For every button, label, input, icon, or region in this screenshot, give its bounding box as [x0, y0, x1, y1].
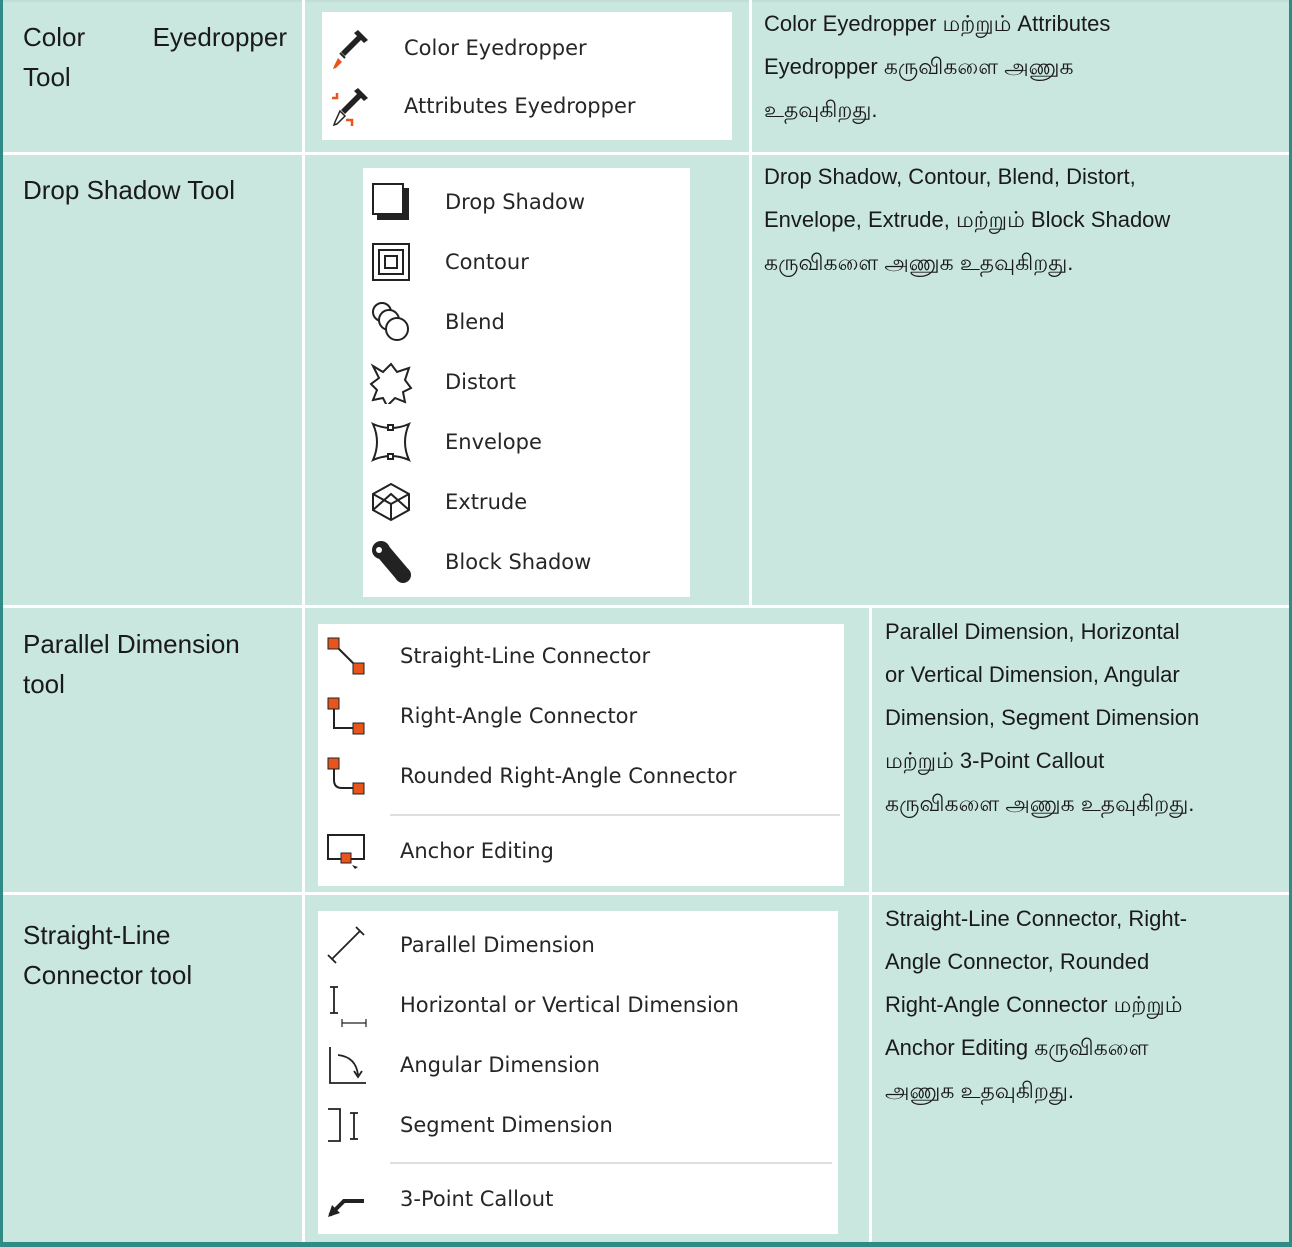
flyout-item-horizontal-vertical-dimension[interactable]: Horizontal or Vertical Dimension [320, 979, 739, 1031]
flyout-item-label: Contour [445, 250, 529, 274]
flyout-item-distort[interactable]: Distort [365, 356, 516, 408]
flyout-item-attributes-eyedropper[interactable]: Attributes Eyedropper [324, 80, 636, 132]
tool-name-cell: Straight-Line Connector tool [23, 915, 293, 995]
tool-name-line: tool [23, 669, 65, 699]
flyout-separator [390, 1162, 832, 1164]
attributes-eyedropper-icon [324, 80, 376, 132]
flyout-item-label: Blend [445, 310, 505, 334]
rounded-right-angle-connector-icon [320, 750, 372, 802]
tool-flyout-panel: Parallel Dimension Horizontal or Vertica… [318, 911, 838, 1234]
description-line: உதவுகிறது. [764, 97, 878, 122]
flyout-item-label: Extrude [445, 490, 528, 514]
flyout-item-label: 3-Point Callout [400, 1187, 554, 1211]
flyout-separator [390, 814, 840, 816]
description-line: or Vertical Dimension, Angular [885, 662, 1180, 687]
flyout-item-label: Segment Dimension [400, 1113, 613, 1137]
contour-icon [365, 236, 417, 288]
column-divider [749, 0, 752, 607]
flyout-item-parallel-dimension[interactable]: Parallel Dimension [320, 919, 595, 971]
flyout-item-label: Horizontal or Vertical Dimension [400, 993, 739, 1017]
flyout-item-extrude[interactable]: Extrude [365, 476, 527, 528]
angular-dimension-icon [320, 1039, 372, 1091]
tool-name-cell: Color Eyedropper Tool [23, 17, 287, 97]
flyout-item-blend[interactable]: Blend [365, 296, 505, 348]
block-shadow-icon [365, 536, 417, 588]
flyout-item-color-eyedropper[interactable]: Color Eyedropper [324, 22, 587, 74]
envelope-icon [365, 416, 417, 468]
parallel-dimension-icon [320, 919, 372, 971]
horizontal-vertical-dimension-icon [320, 979, 372, 1031]
description-line: கருவிகளை அணுக உதவுகிறது. [885, 791, 1195, 816]
column-divider [869, 605, 872, 1242]
description-line: அணுக உதவுகிறது. [885, 1078, 1075, 1103]
flyout-item-label: Angular Dimension [400, 1053, 600, 1077]
tool-description-cell: Drop Shadow, Contour, Blend, Distort, En… [764, 155, 1284, 284]
anchor-editing-icon [320, 825, 372, 877]
tool-flyout-panel: Drop Shadow Contour Blend Distort Envelo… [363, 168, 690, 597]
description-line: Dimension, Segment Dimension [885, 705, 1200, 730]
flyout-item-label: Parallel Dimension [400, 933, 595, 957]
flyout-item-3-point-callout[interactable]: 3-Point Callout [320, 1173, 553, 1225]
flyout-item-label: Drop Shadow [445, 190, 586, 214]
flyout-item-label: Attributes Eyedropper [404, 94, 636, 118]
flyout-item-envelope[interactable]: Envelope [365, 416, 542, 468]
description-line: Envelope, Extrude, மற்றும் Block Shadow [764, 207, 1171, 232]
tool-description-cell: Parallel Dimension, Horizontal or Vertic… [885, 610, 1287, 825]
table-bottom-border [0, 1242, 1292, 1247]
extrude-icon [365, 476, 417, 528]
description-line: Straight-Line Connector, Right- [885, 906, 1188, 931]
flyout-item-rounded-right-angle-connector[interactable]: Rounded Right-Angle Connector [320, 750, 737, 802]
tool-flyout-panel: Straight-Line Connector Right-Angle Conn… [318, 624, 844, 886]
description-line: Angle Connector, Rounded [885, 949, 1150, 974]
tool-name-line: Color Eyedropper [23, 22, 287, 52]
straight-line-connector-icon [320, 630, 372, 682]
tool-name: Drop Shadow Tool [23, 175, 235, 205]
description-line: Eyedropper கருவிகளை அணுக [764, 54, 1074, 79]
tool-flyout-panel: Color Eyedropper Attributes Eyedropper [322, 12, 732, 140]
segment-dimension-icon [320, 1099, 372, 1151]
row-divider [3, 892, 1289, 895]
row-divider [3, 605, 1289, 608]
flyout-item-contour[interactable]: Contour [365, 236, 529, 288]
blend-icon [365, 296, 417, 348]
description-line: Parallel Dimension, Horizontal [885, 619, 1180, 644]
tool-name-line: Connector tool [23, 960, 193, 990]
tool-name-line: Tool [23, 62, 71, 92]
callout-icon [320, 1173, 372, 1225]
tool-table: Color Eyedropper Tool Color Eyedropper A… [0, 0, 1292, 1247]
drop-shadow-icon [365, 176, 417, 228]
tool-name-line: Parallel Dimension [23, 629, 240, 659]
flyout-item-segment-dimension[interactable]: Segment Dimension [320, 1099, 613, 1151]
distort-icon [365, 356, 417, 408]
description-line: Right-Angle Connector மற்றும் [885, 992, 1183, 1017]
description-line: Color Eyedropper மற்றும் Attributes [764, 11, 1111, 36]
flyout-item-label: Right-Angle Connector [400, 704, 638, 728]
description-line: கருவிகளை அணுக உதவுகிறது. [764, 250, 1074, 275]
column-divider [302, 0, 305, 1242]
flyout-item-angular-dimension[interactable]: Angular Dimension [320, 1039, 600, 1091]
tool-description-cell: Straight-Line Connector, Right- Angle Co… [885, 897, 1287, 1112]
flyout-item-right-angle-connector[interactable]: Right-Angle Connector [320, 690, 637, 742]
tool-description-cell: Color Eyedropper மற்றும் Attributes Eyed… [764, 2, 1284, 131]
description-line: Drop Shadow, Contour, Blend, Distort, [764, 164, 1136, 189]
flyout-item-label: Anchor Editing [400, 839, 554, 863]
flyout-item-label: Block Shadow [445, 550, 592, 574]
description-line: மற்றும் 3-Point Callout [885, 748, 1105, 773]
flyout-item-drop-shadow[interactable]: Drop Shadow [365, 176, 585, 228]
description-line: Anchor Editing கருவிகளை [885, 1035, 1149, 1060]
flyout-item-anchor-editing[interactable]: Anchor Editing [320, 825, 554, 877]
flyout-item-label: Color Eyedropper [404, 36, 587, 60]
flyout-item-straight-line-connector[interactable]: Straight-Line Connector [320, 630, 650, 682]
table-left-border [0, 0, 3, 1247]
tool-name-cell: Drop Shadow Tool [23, 170, 293, 210]
flyout-item-label: Straight-Line Connector [400, 644, 651, 668]
flyout-item-label: Envelope [445, 430, 542, 454]
flyout-item-label: Distort [445, 370, 516, 394]
tool-name-cell: Parallel Dimension tool [23, 624, 293, 704]
flyout-item-block-shadow[interactable]: Block Shadow [365, 536, 591, 588]
eyedropper-icon [324, 22, 376, 74]
right-angle-connector-icon [320, 690, 372, 742]
tool-name-line: Straight-Line [23, 920, 171, 950]
flyout-item-label: Rounded Right-Angle Connector [400, 764, 737, 788]
